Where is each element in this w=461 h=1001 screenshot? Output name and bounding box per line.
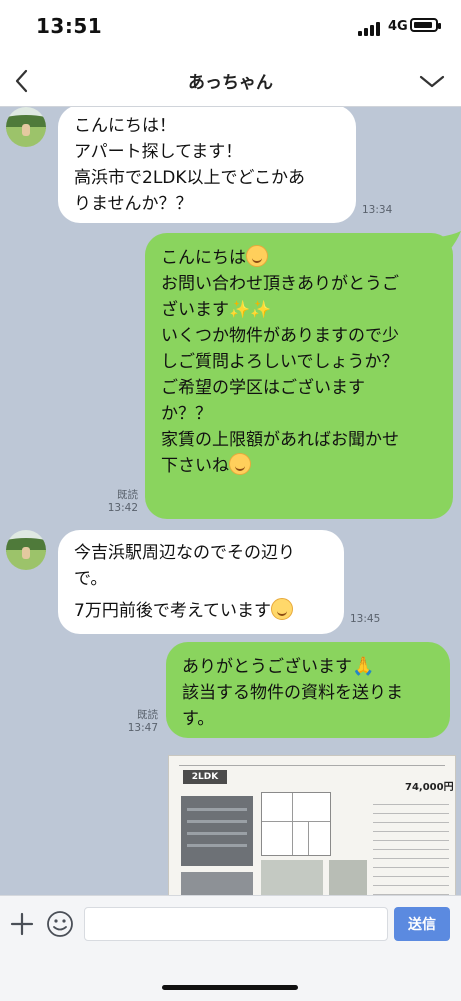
chat-header: あっちゃん (0, 56, 461, 107)
message-text: ざいます (161, 300, 229, 320)
folded-hands-icon: 🙏 (352, 656, 375, 677)
avatar[interactable] (6, 530, 46, 570)
attachment-image[interactable]: 2LDK 74,000円 (168, 755, 456, 895)
message-bubble-outgoing[interactable]: こんにちは お問い合わせ頂きありがとうご ざいます✨✨ いくつか物件がありますの… (145, 231, 461, 519)
attachment-price: 74,000円 (405, 782, 454, 793)
avatar[interactable] (6, 107, 46, 147)
battery-icon (410, 18, 441, 32)
message-text: 家賃の上限額があればお聞かせ (161, 430, 399, 450)
message-time: 13:34 (362, 204, 393, 216)
input-bar: 送信 (0, 895, 461, 1001)
message-text: こんにちは (161, 248, 246, 268)
smiling-face-icon (246, 245, 268, 267)
signal-icon (358, 22, 382, 36)
message-text: しご質問よろしいでしょうか？ (161, 352, 399, 372)
message-text: で。 (74, 569, 108, 589)
status-bar: 13:51 4G (0, 0, 461, 56)
message-text: お問い合わせ頂きありがとうご (161, 274, 399, 294)
read-receipt: 既読 (117, 489, 138, 501)
message-text: りませんか？？ (74, 194, 193, 214)
plus-icon[interactable] (10, 912, 34, 936)
floor-plan (261, 792, 331, 856)
smiling-face-icon (229, 453, 251, 475)
status-time: 13:51 (36, 14, 103, 38)
message-bubble-incoming[interactable]: 今吉浜駅周辺なのでその辺り で。 7万円前後で考えています (58, 530, 344, 634)
chat-title[interactable]: あっちゃん (0, 68, 461, 93)
message-bubble-outgoing[interactable]: ありがとうございます🙏 該当する物件の資料を送りま す。 (166, 642, 450, 738)
message-text: 高浜市で2LDK以上でどこかあ (74, 168, 306, 188)
emoji-icon[interactable] (46, 910, 74, 938)
message-bubble-incoming[interactable]: こんにちは！ アパート探してます！ 高浜市で2LDK以上でどこかあ りませんか？… (58, 107, 356, 223)
message-input[interactable] (84, 907, 388, 941)
message-text: す。 (182, 709, 215, 729)
message-text: こんにちは！ (74, 116, 176, 136)
message-time: 13:45 (350, 613, 381, 625)
details-table (373, 796, 449, 895)
network-label: 4G (388, 19, 408, 34)
message-text: 7万円前後で考えています (74, 601, 271, 621)
photo-strip (181, 872, 253, 895)
map-thumbnail (261, 860, 323, 895)
read-receipt: 既読 (137, 709, 158, 721)
message-text: 該当する物件の資料を送りま (182, 683, 403, 703)
attachment-tag: 2LDK (183, 770, 227, 784)
message-text: か？？ (161, 404, 212, 424)
message-text: 今吉浜駅周辺なのでその辺り (74, 543, 295, 563)
chat-area[interactable]: こんにちは！ アパート探してます！ 高浜市で2LDK以上でどこかあ りませんか？… (0, 107, 461, 895)
message-text: ありがとうございます (182, 657, 352, 677)
chevron-down-icon[interactable] (417, 70, 447, 92)
building-photo (181, 796, 253, 866)
send-button[interactable]: 送信 (394, 907, 450, 941)
message-time: 13:47 (127, 722, 158, 734)
home-indicator (162, 985, 298, 990)
message-text: 下さいね (161, 456, 229, 476)
message-text: ご希望の学区はございます (161, 378, 365, 398)
smiling-face-icon (270, 598, 293, 620)
bubble-tail (439, 231, 461, 251)
message-text: いくつか物件がありますので少 (161, 326, 399, 346)
map-thumbnail (329, 860, 367, 895)
message-time: 13:42 (107, 502, 138, 514)
sparkles-icon: ✨✨ (229, 300, 272, 320)
message-text: アパート探してます！ (74, 142, 243, 162)
